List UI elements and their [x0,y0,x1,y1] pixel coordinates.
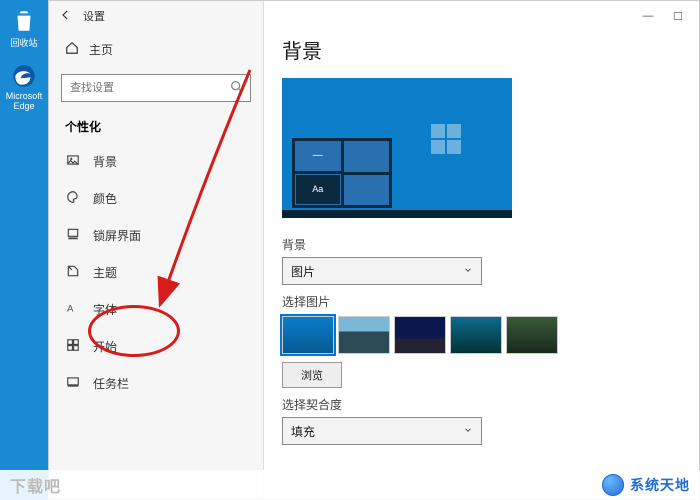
recycle-bin-icon[interactable]: 回收站 [4,8,44,49]
sidebar-home-label: 主页 [89,41,113,58]
thumbnail-5[interactable] [506,316,558,354]
chevron-down-icon [463,264,473,278]
settings-content: 背景 — Aa 背景 图片 选择图片 [264,1,699,499]
sidebar-item-colors[interactable]: 颜色 [49,180,263,217]
sidebar-item-background[interactable]: 背景 [49,143,263,180]
globe-icon [602,474,624,496]
sidebar-item-label: 锁屏界面 [93,227,141,244]
sidebar-item-label: 字体 [93,301,117,318]
thumbnail-1[interactable] [282,316,334,354]
choose-picture-label: 选择图片 [282,293,681,310]
svg-text:A: A [67,304,74,314]
window-title: 设置 [83,8,105,24]
font-icon: A [65,301,81,318]
back-button[interactable] [55,8,77,25]
page-title: 背景 [282,35,681,64]
sidebar-item-label: 开始 [93,338,117,355]
fit-value: 填充 [291,423,315,440]
watermark-left: 下载吧 [10,473,61,497]
lock-icon [65,227,81,244]
picture-thumbnails [282,316,681,354]
background-type-value: 图片 [291,263,315,280]
desktop-background: 回收站 Microsoft Edge [0,0,48,500]
edge-label: Microsoft Edge [4,91,44,111]
search-input[interactable] [61,74,251,102]
background-type-select[interactable]: 图片 [282,257,482,285]
chevron-down-icon [463,424,473,438]
window-titlebar: 设置 — ☐ [49,1,699,31]
sidebar-item-themes[interactable]: 主题 [49,254,263,291]
sidebar-item-taskbar[interactable]: 任务栏 [49,365,263,402]
minimize-button[interactable]: — [633,10,663,22]
fit-select[interactable]: 填充 [282,417,482,445]
preview-start-menu: — Aa [292,138,392,208]
sidebar-home[interactable]: 主页 [49,35,263,64]
search-icon [229,79,245,98]
preview-sample-text: Aa [295,174,341,206]
preview-taskbar [282,210,512,218]
sidebar-item-label: 任务栏 [93,375,129,392]
thumbnail-2[interactable] [338,316,390,354]
settings-sidebar: 主页 个性化 背景 颜色 锁屏界面 主题 A 字体 [49,1,264,499]
settings-window: 设置 — ☐ 主页 个性化 背景 颜色 锁屏界面 [48,0,700,500]
palette-icon [65,190,81,207]
recycle-bin-label: 回收站 [4,36,44,49]
sidebar-search [61,74,251,102]
watermark-right: 系统天地 [630,475,690,495]
watermark-bar: 下载吧 系统天地 [0,470,700,500]
background-preview: — Aa [282,78,512,218]
browse-button[interactable]: 浏览 [282,362,342,388]
sidebar-section-title: 个性化 [49,114,263,143]
thumbnail-4[interactable] [450,316,502,354]
maximize-button[interactable]: ☐ [663,10,693,23]
fit-label: 选择契合度 [282,396,681,413]
taskbar-icon [65,375,81,392]
windows-logo-icon [430,123,462,155]
start-icon [65,338,81,355]
browse-button-label: 浏览 [301,367,323,383]
sidebar-item-label: 背景 [93,153,117,170]
sidebar-item-lockscreen[interactable]: 锁屏界面 [49,217,263,254]
sidebar-item-start[interactable]: 开始 [49,328,263,365]
background-dropdown-label: 背景 [282,236,681,253]
sidebar-item-label: 主题 [93,264,117,281]
picture-icon [65,153,81,170]
sidebar-item-label: 颜色 [93,190,117,207]
thumbnail-3[interactable] [394,316,446,354]
edge-icon[interactable]: Microsoft Edge [4,63,44,111]
home-icon [65,41,79,58]
theme-icon [65,264,81,281]
sidebar-item-fonts[interactable]: A 字体 [49,291,263,328]
